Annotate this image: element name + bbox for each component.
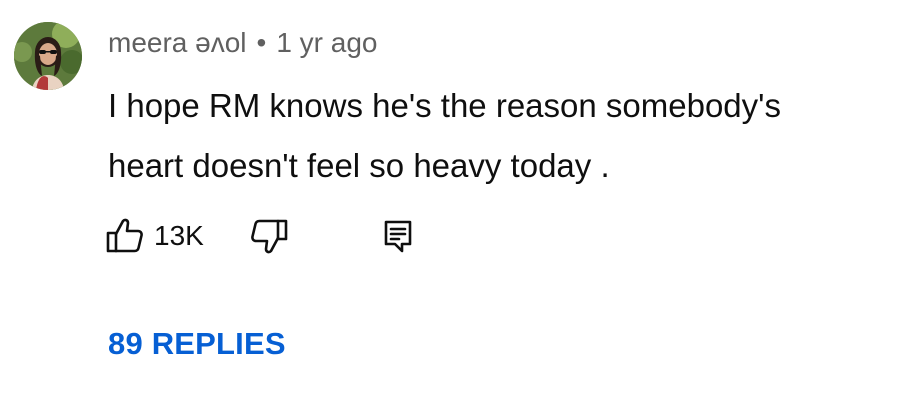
timestamp[interactable]: 1 yr ago — [276, 27, 377, 58]
like-button[interactable]: 13K — [102, 214, 204, 258]
avatar-image — [14, 22, 82, 90]
thumbs-up-icon — [106, 218, 143, 253]
view-replies-link[interactable]: 89 REPLIES — [108, 326, 286, 362]
comment-meta: meera əʌol • 1 yr ago — [108, 23, 378, 63]
dislike-button[interactable] — [248, 214, 292, 258]
comment-text: I hope RM knows he's the reason somebody… — [108, 76, 888, 196]
meta-separator: • — [256, 27, 267, 58]
like-count: 13K — [154, 220, 204, 251]
avatar[interactable] — [14, 22, 82, 90]
reply-button[interactable] — [376, 214, 420, 258]
comment-text-line: heart doesn't feel so heavy today . — [108, 147, 610, 184]
author-name[interactable]: meera əʌol — [108, 27, 247, 58]
comment-text-line: I hope RM knows he's the reason somebody… — [108, 87, 781, 124]
comment-card: meera əʌol • 1 yr ago I hope RM knows he's… — [0, 0, 900, 402]
reply-comment-icon — [384, 220, 412, 253]
thumbs-down-icon — [251, 219, 288, 254]
